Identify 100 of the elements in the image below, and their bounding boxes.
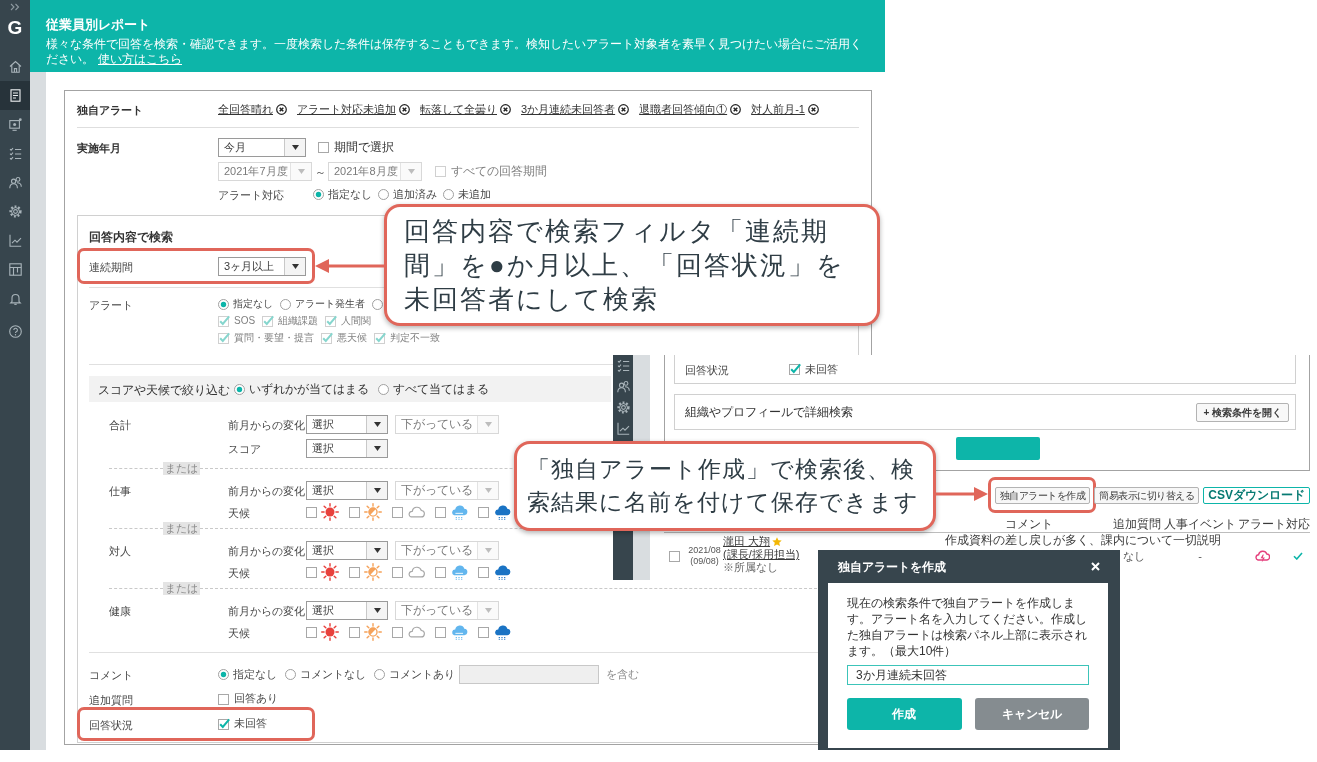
radio-button[interactable] [378,383,389,395]
caret-icon [407,168,415,174]
radio-button[interactable] [313,188,324,200]
checkbox[interactable] [478,566,490,578]
checkbox[interactable] [218,717,230,730]
field-label: 天候 [228,627,250,639]
remove-icon[interactable] [730,103,742,115]
checkbox[interactable] [349,506,361,518]
radio-button[interactable] [374,668,385,680]
dropdown[interactable]: 選択 [306,438,388,458]
column-header: 対応 [1286,517,1310,531]
checkbox[interactable] [349,626,361,638]
field-label: スコアや天候で絞り込む [98,383,230,397]
nav-item[interactable] [0,81,30,110]
checkbox[interactable] [478,506,490,518]
field-label: 前月からの変化 [228,419,305,431]
remove-icon[interactable] [500,103,511,115]
remove-icon[interactable] [399,103,410,115]
text-field[interactable]: 3か月連続未回答 [847,665,1089,685]
double-chevron-icon[interactable] [10,3,20,11]
checkbox[interactable] [306,506,318,518]
dropdown[interactable]: 今月 [218,137,306,157]
remove-icon[interactable] [807,103,819,115]
open-conditions-button[interactable]: + 検索条件を開く [1196,402,1289,422]
chart-icon [616,422,630,435]
close-icon[interactable] [1091,562,1100,571]
dropdown[interactable]: 選択 [306,414,388,434]
employee-link[interactable]: 瀧田 大翔 [723,535,771,548]
home-icon [8,60,22,73]
checkbox[interactable] [392,626,404,638]
dropdown[interactable]: 選択 [306,600,388,620]
document-icon [8,89,22,102]
field-label: 天候 [228,507,250,519]
caret-icon [484,607,492,613]
checklist-icon [616,359,630,372]
dropdown[interactable]: 選択 [306,480,388,500]
radio-button[interactable] [218,668,229,680]
caret-icon [484,547,492,553]
action-button[interactable]: 独自アラートを作成 [994,487,1091,504]
checkbox-label: SOS [234,314,256,327]
field-label: 連続期間 [89,261,133,273]
radio-label: すべて当てはまる [393,382,489,396]
field-label: アラート対応 [218,189,284,201]
alert-link[interactable]: 転落して全曇り [420,102,497,116]
alert-link[interactable]: 3か月連続未回答者 [521,102,616,116]
radio-label: コメントあり [389,667,455,681]
remove-icon[interactable] [618,103,630,115]
alert-link[interactable]: 退職者回答傾向① [639,102,728,116]
department-text: ※所属なし [723,561,778,574]
help-icon [8,325,22,338]
checkbox[interactable] [669,550,681,562]
category-label: 対人 [109,545,131,557]
caret-icon [373,421,381,427]
caret-icon [291,144,299,150]
radio-label: 指定なし [233,667,277,681]
checkbox-label: 未回答 [234,717,267,730]
checkbox[interactable] [306,566,318,578]
alert-link[interactable]: 全回答晴れ [218,102,273,116]
field-label: 前月からの変化 [228,605,305,617]
sun-icon [321,503,339,521]
dropdown[interactable]: 3ヶ月以上 [218,256,306,276]
category-label: 合計 [109,419,131,431]
alert-link[interactable]: アラート対応未追加 [297,102,396,116]
checkbox[interactable] [306,626,318,638]
checkbox[interactable] [218,692,230,705]
radio-button[interactable] [443,188,454,200]
checkbox[interactable] [349,566,361,578]
radio-button[interactable] [234,383,245,395]
caret-icon [373,445,381,451]
caret-icon [484,487,492,493]
action-button[interactable]: 簡易表示に切り替える [1094,487,1200,504]
radio-button[interactable] [218,298,229,310]
role-link[interactable]: (課長/採用担当) [723,548,800,561]
callout: 回答内容で検索フィルタ「連続期間」を●か月以上、「回答状況」を未回答者にして検索 [384,204,880,326]
radio-button[interactable] [285,668,296,680]
checkbox[interactable] [392,566,404,578]
checkbox[interactable] [435,506,447,518]
cloud-lightning-icon[interactable] [1253,549,1270,563]
checkbox-label: 期間で選択 [334,140,394,154]
action-button[interactable]: CSVダウンロード [1203,487,1310,504]
drizzle-icon [450,503,468,521]
remove-icon[interactable] [276,103,287,115]
alert-link[interactable]: 対人前月-1 [751,102,805,116]
checkbox[interactable] [318,141,330,153]
checkbox[interactable] [435,626,447,638]
field-label: 追加質問 [89,693,133,706]
radio-label: コメントなし [300,667,366,681]
field-label: 実施年月 [77,142,121,154]
callout: 「独自アラート作成」で検索後、検索結果に名前を付けて保存できます [514,441,936,531]
dropdown[interactable]: 選択 [306,540,388,560]
checkbox[interactable] [435,566,447,578]
checkbox[interactable] [392,506,404,518]
checkbox-label: 判定不一致 [390,331,440,344]
radio-button[interactable] [378,188,389,200]
radio-button[interactable] [280,298,291,310]
cell-text: - [1198,550,1202,562]
checkbox[interactable] [478,626,490,638]
section-title: 回答内容で検索 [89,230,173,244]
checkbox[interactable] [789,363,801,375]
radio-button[interactable] [372,298,383,310]
